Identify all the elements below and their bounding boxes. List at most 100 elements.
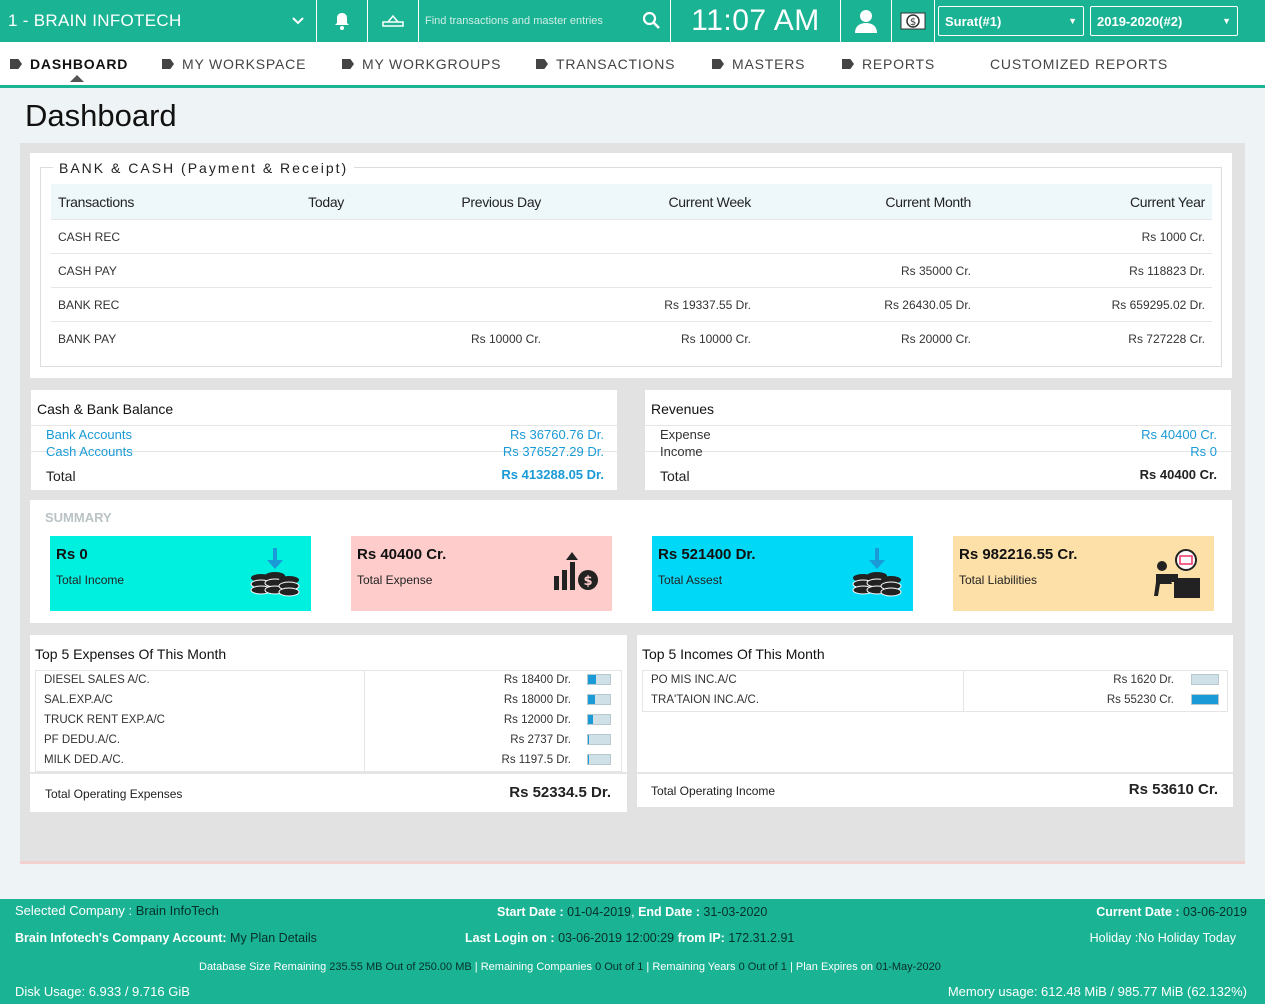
branch-select[interactable]: Surat(#1) ▼ [938,6,1084,36]
top-incomes-title: Top 5 Incomes Of This Month [642,646,825,662]
tag-icon [10,59,22,69]
bank-cash-legend: BANK & CASH (Payment & Receipt) [53,160,355,176]
cell: Rs 26430.05 Dr. [884,297,971,312]
ry-value: 0 Out of 1 [738,961,787,973]
bank-cash-table: Transactions Today Previous Day Current … [51,184,1212,356]
disk-usage: Disk Usage: 6.933 / 9.716 GiB [15,984,190,999]
search-box [419,0,671,42]
cell: Rs 659295.02 Dr. [1111,297,1205,312]
expense-amount: Rs 2737 Dr. [510,734,571,746]
branch-value: Surat(#1) [945,13,1002,29]
table-row: BANK REC Rs 19337.55 Dr. Rs 26430.05 Dr. Rs… [51,288,1212,322]
tag-icon [842,59,854,69]
income-name: TRA'TAION INC.A/C. [651,694,760,706]
nav-reports[interactable]: REPORTS [842,56,935,72]
nav-dashboard[interactable]: DASHBOARD [10,56,128,72]
expense-share-bar [587,734,611,745]
cell: CASH PAY [58,263,117,278]
expense-name: PF DEDU.A/C. [44,734,121,746]
label: Remaining Years [652,961,736,973]
svg-text:$: $ [583,574,592,589]
coins-down-icon [249,548,301,603]
income-share-bar [1191,694,1219,705]
revenues-title: Revenues [651,401,715,417]
expense-amount: Rs 18000 Dr. [503,694,571,706]
expense-share-bar [587,714,611,725]
cell: Rs 10000 Cr. [680,332,751,346]
person-desk-icon [1150,548,1204,607]
nav-my-workgroups[interactable]: MY WORKGROUPS [342,56,501,72]
svg-text:$: $ [910,17,916,28]
user-icon[interactable] [841,0,892,42]
nav-label: MY WORKGROUPS [362,56,502,72]
table-header: Transactions Today Previous Day Current … [51,184,1212,220]
active-caret-icon [70,75,84,82]
cell: Rs 35000 Cr. [900,263,971,278]
expense-amount: Rs 1197.5 Dr. [501,754,571,766]
currency-icon[interactable]: $ [892,0,935,42]
company-selector[interactable]: 1 - BRAIN INFOTECH [0,0,317,42]
revenues-total-label: Total [660,468,690,484]
expense-share-bar [587,754,611,765]
plan-limits: Database Size Remaining 235.55 MB Out of… [199,961,941,973]
page-title: Dashboard [25,98,177,133]
cell: Rs 1000 Cr. [1141,229,1205,244]
tag-icon [162,59,174,69]
income-value: Rs 0 [1190,444,1217,459]
cell: Rs 20000 Cr. [900,332,971,346]
nav-label: DASHBOARD [30,56,129,72]
cash-accounts-value: Rs 376527.29 Dr. [502,444,604,459]
summary-label: SUMMARY [45,510,112,525]
bar-fill [588,675,596,684]
income-label: Income [660,444,703,459]
label: Start Date : [497,905,564,919]
bank-accounts-link[interactable]: Bank Accounts [46,427,132,442]
label: from IP: [677,931,725,945]
tag-icon [536,59,548,69]
cell: BANK PAY [58,332,117,346]
year-select[interactable]: 2019-2020(#2) ▼ [1090,6,1238,36]
income-name: PO MIS INC.A/C [651,674,737,686]
memory-usage: Memory usage: 612.48 MiB / 985.77 MiB (6… [947,984,1247,999]
balance-total-value: Rs 413288.05 Dr. [501,467,604,482]
cash-accounts-link[interactable]: Cash Accounts [46,444,133,459]
col-header: Previous Day [461,193,541,210]
nav-my-workspace[interactable]: MY WORKSPACE [162,56,306,72]
bar-fill [588,735,590,744]
search-input[interactable] [425,15,635,27]
total-expense-tile[interactable]: Rs 40400 Cr. Total Expense $ [351,536,612,611]
expense-share-bar [587,674,611,685]
total-income-tile[interactable]: Rs 0 Total Income [50,536,311,611]
label: Current Date : [1096,905,1180,919]
total-income-label: Total Operating Income [651,784,776,798]
coins-down-icon [851,548,903,603]
search-icon[interactable] [642,11,660,34]
pe-value: 01-May-2020 [876,961,941,973]
total-income-value: Rs 53610 Cr. [1128,781,1218,798]
nav-customized-reports[interactable]: CUSTOMIZED REPORTS [990,56,1168,72]
year-value: 2019-2020(#2) [1097,13,1183,29]
current-date: Current Date : 03-06-2019 [1096,905,1247,919]
table-row: CASH REC Rs 1000 Cr. [51,220,1212,254]
db-value: 235.55 MB Out of 250.00 MB [329,961,472,973]
top-bar: 1 - BRAIN INFOTECH 11:07 AM $ Surat(#1) … [0,0,1265,42]
cell: BANK REC [58,297,120,312]
income-amount: Rs 1620 Dr. [1113,674,1174,686]
total-liabilities-tile[interactable]: Rs 982216.55 Cr. Total Liabilities [953,536,1214,611]
total-assets-tile[interactable]: Rs 521400 Dr. Total Assest [652,536,913,611]
tools-icon[interactable] [368,0,419,42]
table-row: BANK PAY Rs 10000 Cr. Rs 10000 Cr. Rs 20000… [51,322,1212,356]
total-expenses-label: Total Operating Expenses [45,787,183,801]
notification-bell-icon[interactable] [317,0,368,42]
my-plan-details-link[interactable]: My Plan Details [230,931,317,945]
expense-amount: Rs 12000 Dr. [503,714,571,726]
nav-transactions[interactable]: TRANSACTIONS [536,56,675,72]
col-header: Current Month [885,193,971,210]
nav-masters[interactable]: MASTERS [712,56,805,72]
bank-accounts-value: Rs 36760.76 Dr. [510,427,604,442]
col-header: Transactions [58,193,135,210]
label: Selected Company : [15,903,133,918]
clock: 11:07 AM [671,0,841,42]
cell: CASH REC [58,229,121,244]
ip-value: 172.31.2.91 [728,931,795,945]
